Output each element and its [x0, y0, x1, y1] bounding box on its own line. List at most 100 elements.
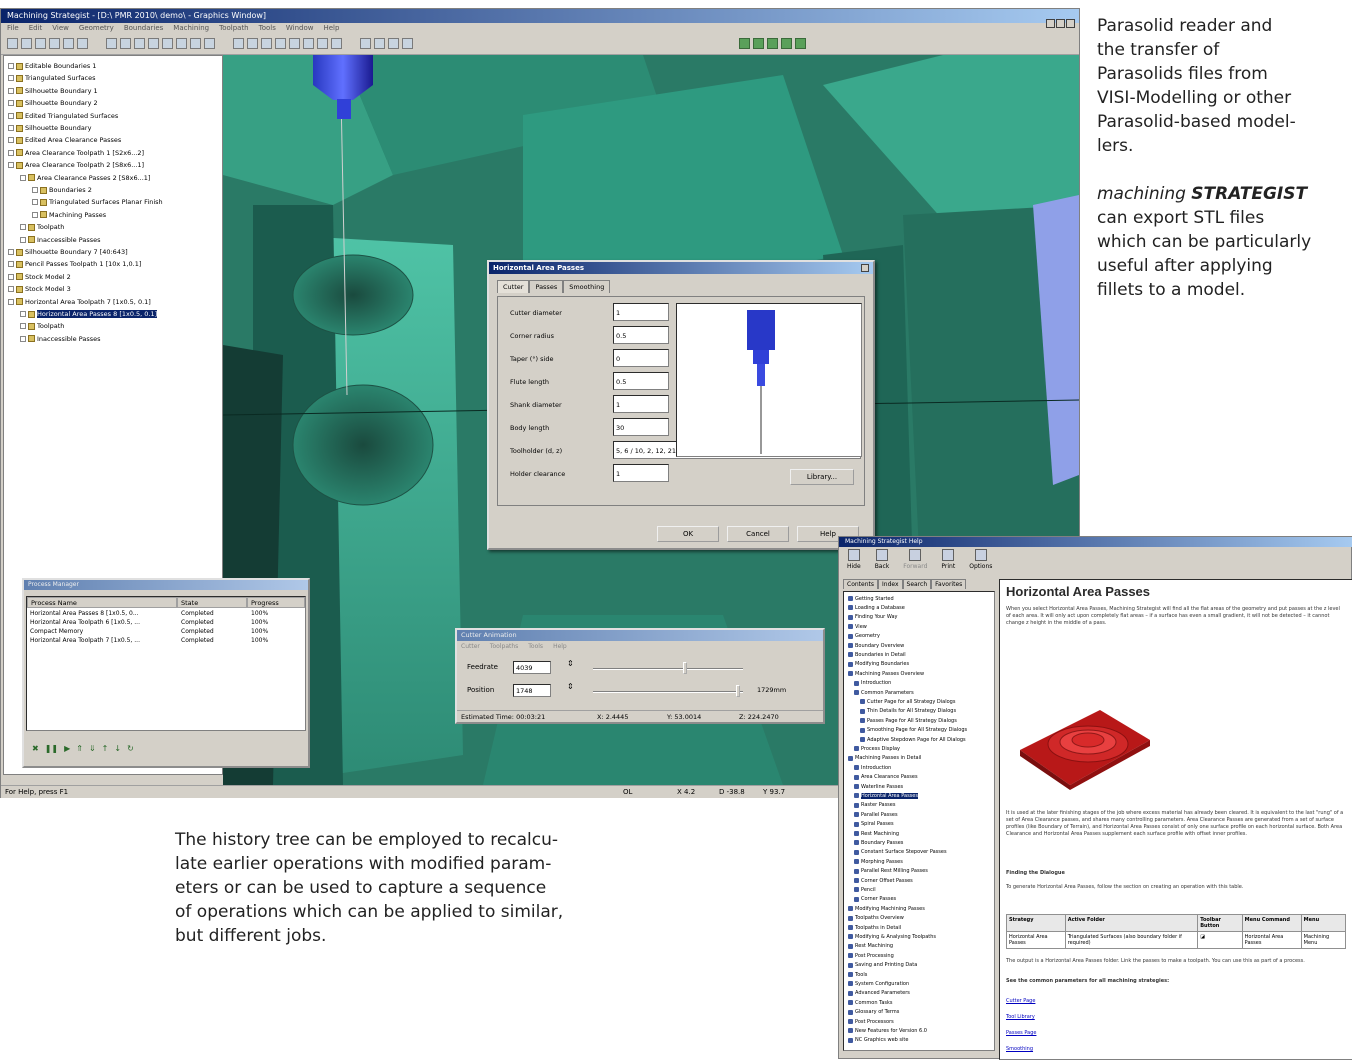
expand-icon[interactable] [20, 311, 26, 317]
column-header[interactable]: Progress [247, 597, 305, 608]
expand-icon[interactable] [32, 211, 38, 218]
expand-icon[interactable] [8, 87, 14, 94]
hide-button[interactable]: Hide [847, 549, 861, 575]
toc-item[interactable]: Glossary of Terms [848, 1008, 899, 1017]
process-5-icon[interactable] [795, 38, 806, 49]
cancel-button[interactable]: Cancel [727, 526, 789, 542]
tree-item[interactable]: Edited Triangulated Surfaces [8, 110, 118, 122]
menu-file[interactable]: File [7, 24, 19, 32]
menu-machining[interactable]: Machining [173, 24, 209, 32]
menu-geometry[interactable]: Geometry [79, 24, 114, 32]
toc-item[interactable]: Introduction [854, 763, 891, 772]
tree-item[interactable]: Triangulated Surfaces Planar Finish [32, 196, 163, 208]
toc-item[interactable]: Getting Started [848, 594, 894, 603]
table-row[interactable]: Horizontal Area Passes 8 [1x0.5, 0... Com… [27, 610, 305, 619]
table-row[interactable]: Horizontal Area Toolpath 6 [1x0.5, ... Co… [27, 619, 305, 628]
record-icon[interactable] [388, 38, 399, 49]
toc-item[interactable]: Spiral Passes [854, 820, 894, 829]
toc-item[interactable]: Toolpaths Overview [848, 914, 904, 923]
pause-icon[interactable]: ❚❚ [45, 744, 58, 753]
holder-clearance-input[interactable]: 1 [613, 464, 669, 482]
expand-icon[interactable] [8, 273, 14, 280]
expand-icon[interactable] [8, 286, 14, 293]
options-button[interactable]: Options [969, 549, 992, 575]
toc-item[interactable]: Rest Machining [848, 942, 893, 951]
expand-icon[interactable] [20, 224, 26, 231]
filter-icon[interactable] [374, 38, 385, 49]
toc-item[interactable]: Process Display [854, 744, 900, 753]
toc-item[interactable]: Introduction [854, 679, 891, 688]
tree-item[interactable]: Horizontal Area Toolpath 7 [1x0.5, 0.1] [8, 296, 151, 308]
toc-item[interactable]: Waterline Passes [854, 782, 903, 791]
tree-item[interactable]: Silhouette Boundary 1 [8, 85, 98, 97]
tree-item[interactable]: Inaccessible Passes [20, 333, 101, 345]
zoom-fit-icon[interactable] [190, 38, 201, 49]
toc-item[interactable]: Thin Details for All Strategy Dialogs [860, 707, 956, 716]
tab-search[interactable]: Search [902, 579, 932, 589]
toc-item[interactable]: Saving and Printing Data [848, 961, 917, 970]
tree-item[interactable]: Silhouette Boundary 7 [40:643] [8, 246, 128, 258]
passes-icon[interactable] [275, 38, 286, 49]
toc-item[interactable]: Boundary Passes [854, 838, 903, 847]
menu-help[interactable]: Help [553, 643, 567, 650]
column-header[interactable]: Process Name [27, 597, 177, 608]
toc-item[interactable]: Common Parameters [854, 688, 914, 697]
tree-item[interactable]: Stock Model 2 [8, 271, 71, 283]
position-slider-thumb[interactable] [735, 685, 740, 697]
close-icon[interactable] [861, 264, 869, 272]
feedrate-slider[interactable] [593, 668, 743, 670]
toc-item[interactable]: Post Processing [848, 951, 894, 960]
toc-item[interactable]: Boundary Overview [848, 641, 904, 650]
tab-passes[interactable]: Passes [529, 280, 564, 293]
table-row[interactable]: Horizontal Area Toolpath 7 [1x0.5, ... Co… [27, 637, 305, 646]
layer-icon[interactable] [360, 38, 371, 49]
tree-item[interactable]: Edited Area Clearance Passes [8, 134, 121, 146]
tree-item[interactable]: Silhouette Boundary 2 [8, 97, 98, 109]
toc-item[interactable]: Pencil [854, 885, 876, 894]
move-down-icon[interactable]: ⇓ [89, 744, 96, 753]
tree-item[interactable]: Stock Model 3 [8, 283, 71, 295]
save-icon[interactable] [35, 38, 46, 49]
toc-item[interactable]: NC Graphics web site [848, 1036, 908, 1045]
tree-item[interactable]: Editable Boundaries 1 [8, 60, 96, 72]
help-icon[interactable] [77, 38, 88, 49]
toc-item[interactable]: Machining Passes Overview [848, 669, 924, 678]
cut-icon[interactable] [63, 38, 74, 49]
toc-item[interactable]: Post Processors [848, 1017, 894, 1026]
shank-diameter-input[interactable]: 1 [613, 395, 669, 413]
tab-favorites[interactable]: Favorites [931, 579, 967, 589]
tree-item[interactable]: Area Clearance Toolpath 1 [S2x6...2] [8, 147, 144, 159]
tab-contents[interactable]: Contents [843, 579, 878, 589]
toc-item[interactable]: Morphing Passes [854, 857, 903, 866]
toc-item[interactable]: Finding Your Way [848, 613, 897, 622]
feedrate-slider-thumb[interactable] [683, 662, 687, 674]
zoom-in-icon[interactable] [162, 38, 173, 49]
link-tool-library[interactable]: Tool Library [1006, 1014, 1035, 1020]
tree-item[interactable]: Toolpath [20, 221, 64, 233]
tree-item[interactable]: Pencil Passes Toolpath 1 [10x 1,0.1] [8, 258, 141, 270]
menu-boundaries[interactable]: Boundaries [124, 24, 163, 32]
menu-cutter[interactable]: Cutter [461, 643, 480, 650]
toc-item[interactable]: Cutter Page for all Strategy Dialogs [860, 697, 955, 706]
view-iso-icon[interactable] [148, 38, 159, 49]
corner-radius-input[interactable]: 0.5 [613, 326, 669, 344]
shade-icon[interactable] [233, 38, 244, 49]
wireframe-icon[interactable] [247, 38, 258, 49]
toc-item[interactable]: System Configuration [848, 979, 909, 988]
boundary-icon[interactable] [261, 38, 272, 49]
expand-icon[interactable] [8, 137, 14, 144]
tree-item[interactable]: Machining Passes [32, 209, 106, 221]
zoom-out-icon[interactable] [176, 38, 187, 49]
cutter-diameter-input[interactable]: 1 [613, 303, 669, 321]
menu-help[interactable]: Help [323, 24, 339, 32]
position-slider[interactable] [593, 691, 743, 693]
measure-icon[interactable] [331, 38, 342, 49]
process-4-icon[interactable] [781, 38, 792, 49]
open-folder-icon[interactable] [21, 38, 32, 49]
tab-cutter[interactable]: Cutter [497, 280, 530, 293]
menu-window[interactable]: Window [286, 24, 314, 32]
toolpath-icon[interactable] [289, 38, 300, 49]
toc-item[interactable]: Machining Passes in Detail [848, 754, 921, 763]
toc-item[interactable]: Loading a Database [848, 603, 905, 612]
expand-icon[interactable] [8, 75, 14, 82]
